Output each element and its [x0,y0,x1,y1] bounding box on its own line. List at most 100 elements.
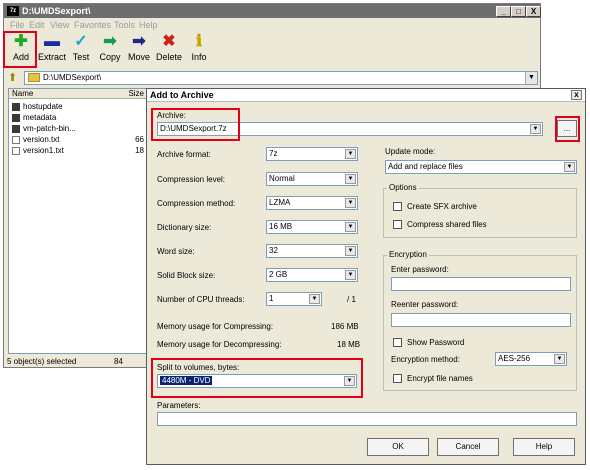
maximize-button[interactable]: □ [511,6,526,17]
dialog-title: Add to Archive [150,90,214,100]
file-list[interactable]: Name Size hostupdate metadata vm-patch-b… [8,88,148,354]
close-button[interactable]: X [526,6,541,17]
archive-format-select[interactable]: 7z ▼ [266,147,358,161]
info-button[interactable]: ℹ Info [184,32,214,68]
chevron-down-icon[interactable]: ▼ [345,270,356,280]
chevron-down-icon[interactable]: ▼ [309,294,320,304]
chevron-down-icon[interactable]: ▼ [345,149,356,159]
encryption-method-label: Encryption method: [391,355,460,364]
file-row[interactable]: hostupdate [9,101,147,112]
add-button-highlight [3,31,37,68]
split-volumes-highlight [151,358,363,398]
solid-block-size-select[interactable]: 2 GB ▼ [266,268,358,282]
word-size-value: 32 [269,246,278,255]
test-button[interactable]: ✓ Test [66,32,96,68]
column-name[interactable]: Name [12,89,33,99]
info-label: Info [191,52,207,62]
compress-shared-checkbox[interactable] [393,220,402,229]
status-selected: 5 object(s) selected [7,357,77,366]
column-size[interactable]: Size [128,89,144,99]
chevron-down-icon[interactable]: ▼ [530,124,541,134]
chevron-down-icon[interactable]: ▼ [554,354,565,364]
menu-view[interactable]: View [50,20,69,30]
dialog-title-bar: Add to Archive x [147,89,585,102]
status-size: 84 [114,357,123,366]
show-password-checkbox[interactable] [393,338,402,347]
extract-button[interactable]: ▬ Extract [37,32,67,68]
compress-shared-label: Compress shared files [407,220,487,229]
show-password-label: Show Password [407,338,465,347]
update-mode-value: Add and replace files [388,162,463,171]
chevron-down-icon[interactable]: ▼ [564,162,575,172]
chevron-down-icon[interactable]: ▼ [345,246,356,256]
file-row[interactable]: vm-patch-bin... [9,123,147,134]
delete-button[interactable]: ✖ Delete [154,32,184,68]
file-row[interactable]: metadata [9,112,147,123]
memory-compress-value: 186 MB [331,322,359,331]
enter-password-input[interactable] [391,277,571,291]
menu-favorites[interactable]: Favorites [74,20,111,30]
menu-help[interactable]: Help [139,20,158,30]
address-input[interactable]: D:\UMDSexport\ ▼ [24,71,538,85]
reenter-password-input[interactable] [391,313,571,327]
move-label: Move [127,52,150,62]
archive-highlight [151,108,240,141]
copy-arrow-icon: ➡ [103,33,117,50]
dialog-close-button[interactable]: x [571,90,582,100]
minimize-button[interactable]: _ [496,6,511,17]
archive-format-value: 7z [269,149,278,158]
menu-bar: File Edit View Favorites Tools Help [4,18,540,32]
file-size: 18 [135,146,144,155]
folder-icon [28,73,40,82]
menu-file[interactable]: File [10,20,25,30]
test-label: Test [72,52,90,62]
extract-icon: ▬ [44,33,60,50]
cpu-threads-select[interactable]: 1 ▼ [266,292,322,306]
add-to-archive-dialog: Add to Archive x Archive: D:\UMDSexport.… [146,88,586,465]
file-name: metadata [23,113,57,122]
word-size-label: Word size: [157,247,195,256]
file-row[interactable]: version1.txt 18 [9,145,147,156]
title-bar: 7z D:\UMDSexport\ _ □ X [4,4,541,18]
enter-password-label: Enter password: [391,265,449,274]
compression-level-label: Compression level: [157,175,226,184]
copy-label: Copy [99,52,121,62]
encrypt-file-names-checkbox[interactable] [393,374,402,383]
help-button[interactable]: Help [513,438,575,456]
move-arrow-icon: ➡ [132,33,146,50]
up-folder-icon[interactable]: ⬆ [8,72,21,84]
parameters-input[interactable] [157,412,577,426]
file-size: 66 [135,135,144,144]
options-group-title: Options [387,183,419,192]
move-button[interactable]: ➡ Move [124,32,154,68]
dictionary-size-select[interactable]: 16 MB ▼ [266,220,358,234]
encrypt-file-names-label: Encrypt file names [407,374,473,383]
menu-edit[interactable]: Edit [29,20,45,30]
copy-button[interactable]: ➡ Copy [95,32,125,68]
chevron-down-icon[interactable]: ▼ [345,198,356,208]
ok-button[interactable]: OK [367,438,429,456]
file-row[interactable]: version.txt 66 [9,134,147,145]
menu-tools[interactable]: Tools [114,20,135,30]
file-list-header: Name Size [9,89,147,99]
info-icon: ℹ [195,33,203,50]
chevron-down-icon[interactable]: ▼ [525,72,537,84]
compression-method-select[interactable]: LZMA ▼ [266,196,358,210]
parameters-label: Parameters: [157,401,201,410]
encryption-method-select[interactable]: AES-256 ▼ [495,352,567,366]
memory-decompress-value: 18 MB [337,340,361,349]
word-size-select[interactable]: 32 ▼ [266,244,358,258]
create-sfx-checkbox[interactable] [393,202,402,211]
cancel-button[interactable]: Cancel [437,438,499,456]
text-file-icon [12,147,20,155]
compression-method-label: Compression method: [157,199,236,208]
chevron-down-icon[interactable]: ▼ [345,174,356,184]
chevron-down-icon[interactable]: ▼ [345,222,356,232]
folder-icon [12,114,20,122]
test-check-icon: ✓ [74,33,88,50]
compression-level-value: Normal [269,174,295,183]
update-mode-select[interactable]: Add and replace files ▼ [385,160,577,174]
compression-level-select[interactable]: Normal ▼ [266,172,358,186]
window-title: D:\UMDSexport\ [22,6,91,16]
compression-method-value: LZMA [269,198,291,207]
